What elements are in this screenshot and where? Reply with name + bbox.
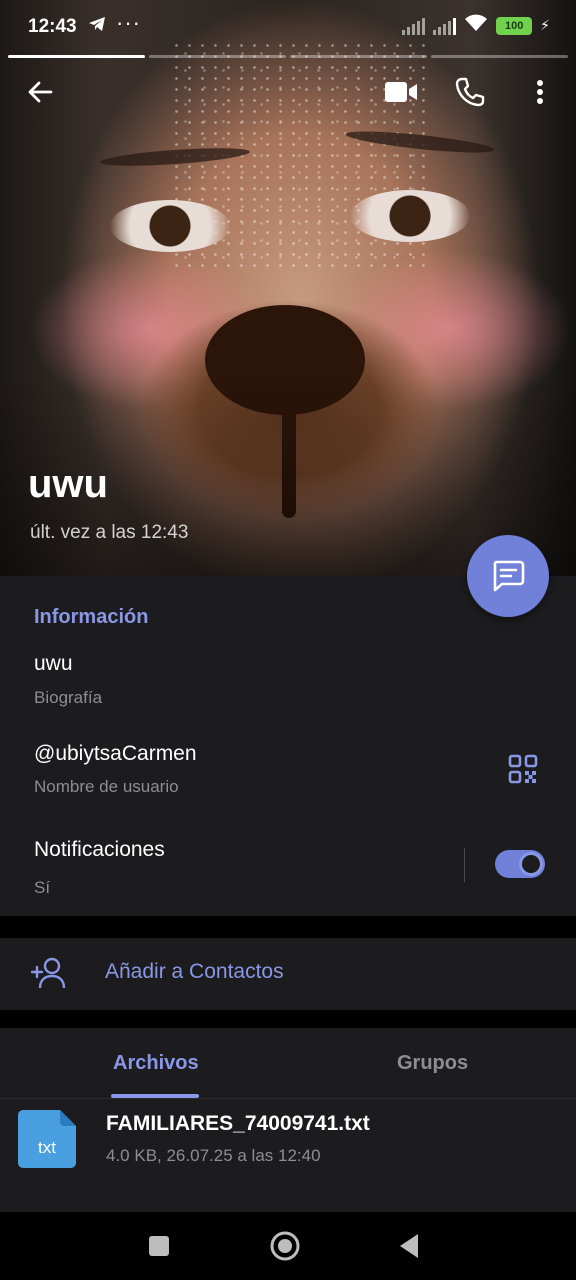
photo-eye xyxy=(110,200,230,252)
last-seen-status: últ. vez a las 12:43 xyxy=(30,522,189,543)
phone-icon xyxy=(455,77,485,107)
add-contact-button[interactable]: Añadir a Contactos xyxy=(0,938,576,1010)
battery-level: 100 xyxy=(504,19,524,32)
notifications-title[interactable]: Notificaciones xyxy=(34,838,165,862)
file-ext: txt xyxy=(38,1138,56,1157)
shared-media: Archivos Grupos txt FAMILIARES_74009741.… xyxy=(0,1028,576,1212)
bio-value[interactable]: uwu xyxy=(34,652,73,676)
back-button[interactable] xyxy=(16,68,64,116)
recents-button[interactable] xyxy=(139,1226,179,1266)
system-back-button[interactable] xyxy=(389,1226,429,1266)
notifications-value: Sí xyxy=(34,878,51,897)
file-name[interactable]: FAMILIARES_74009741.txt xyxy=(106,1112,370,1136)
top-bar xyxy=(0,64,576,120)
battery-icon: 100 xyxy=(496,16,533,35)
more-vertical-icon xyxy=(537,80,543,104)
divider xyxy=(464,848,465,882)
qr-code-icon xyxy=(508,754,538,784)
triangle-back-icon xyxy=(400,1234,418,1258)
home-button[interactable] xyxy=(265,1226,305,1266)
signal-icon xyxy=(402,17,426,35)
status-time: 12:43 xyxy=(28,16,77,37)
tab-archivos[interactable]: Archivos xyxy=(113,1052,199,1075)
info-section-title: Información xyxy=(34,606,149,628)
home-icon xyxy=(270,1231,300,1261)
telegram-icon xyxy=(88,16,106,37)
file-icon[interactable]: txt xyxy=(18,1110,76,1168)
call-button[interactable] xyxy=(446,68,494,116)
profile-name: uwu xyxy=(28,462,108,506)
message-icon xyxy=(493,560,525,592)
system-nav-bar xyxy=(0,1212,576,1280)
video-camera-icon xyxy=(385,82,417,102)
status-bar: 12:43 ··· 100 ⚡ xyxy=(0,0,576,56)
photo-eye xyxy=(350,190,470,242)
photo-progress-segment xyxy=(8,55,145,58)
photo-progress-segment xyxy=(149,55,286,58)
file-meta: 4.0 KB, 26.07.25 a las 12:40 xyxy=(106,1146,321,1165)
divider xyxy=(0,1098,576,1099)
photo-progress-segment xyxy=(431,55,568,58)
signal-icon xyxy=(433,17,457,35)
photo-progress xyxy=(8,55,568,58)
bio-label: Biografía xyxy=(34,688,103,707)
toggle-knob xyxy=(519,852,543,876)
arrow-left-icon xyxy=(28,81,53,103)
video-call-button[interactable] xyxy=(377,68,425,116)
send-message-button[interactable] xyxy=(467,535,549,617)
more-notifications-icon: ··· xyxy=(116,10,141,35)
wifi-icon xyxy=(464,14,488,37)
notifications-toggle[interactable] xyxy=(495,850,545,878)
add-contact-label: Añadir a Contactos xyxy=(105,960,284,983)
recents-icon xyxy=(149,1236,169,1256)
charging-icon: ⚡ xyxy=(540,17,550,33)
more-options-button[interactable] xyxy=(516,68,564,116)
username-value[interactable]: @ubiytsaCarmen xyxy=(34,742,197,766)
add-user-icon xyxy=(30,956,68,990)
tab-grupos[interactable]: Grupos xyxy=(397,1052,468,1075)
qr-code-button[interactable] xyxy=(508,754,538,784)
info-section: Información uwu Biografía @ubiytsaCarmen… xyxy=(0,576,576,916)
username-label: Nombre de usuario xyxy=(34,777,179,796)
photo-progress-segment xyxy=(290,55,427,58)
